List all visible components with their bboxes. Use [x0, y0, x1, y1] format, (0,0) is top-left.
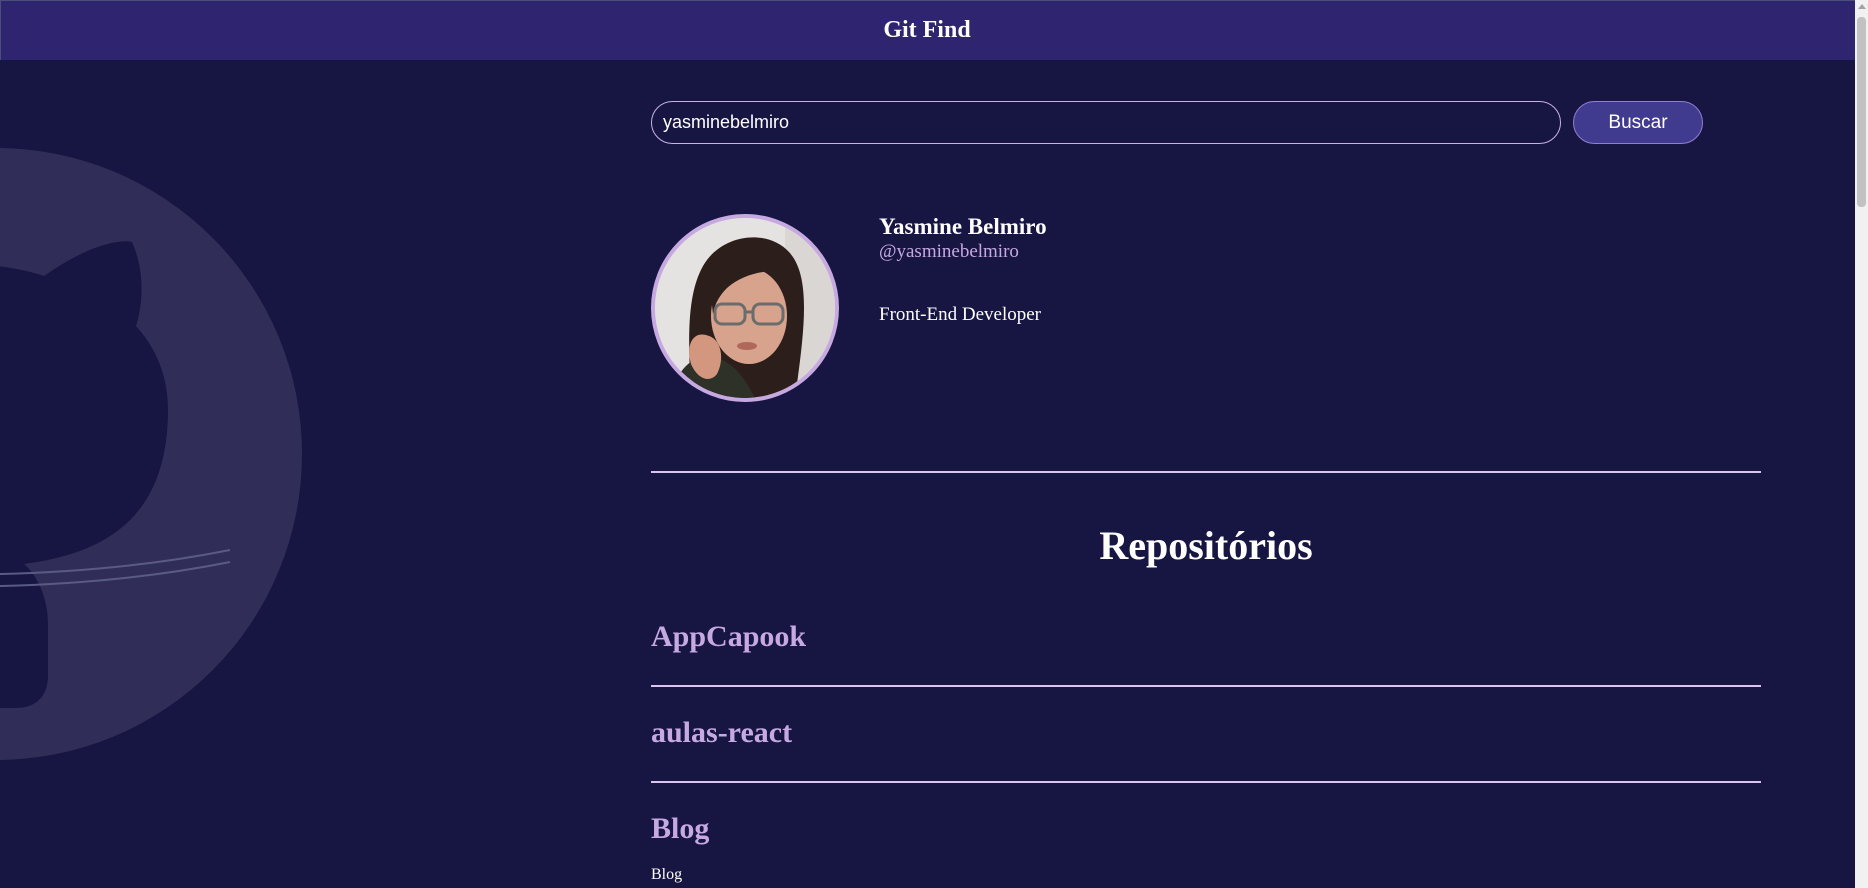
profile-divider	[651, 471, 1761, 473]
github-octocat-icon	[0, 148, 302, 760]
repositories-title: Repositórios	[1099, 523, 1313, 568]
repo-divider	[651, 685, 1761, 687]
avatar	[651, 214, 839, 402]
app-title: Git Find	[883, 17, 971, 43]
search-button[interactable]: Buscar	[1573, 101, 1703, 144]
user-photo	[655, 218, 835, 398]
app-header: Git Find	[0, 0, 1855, 60]
app-page: Git Find Buscar Yasmine Belmiro @yasmine…	[0, 0, 1868, 888]
repo-name-blog[interactable]: Blog	[651, 812, 709, 846]
repo-divider	[651, 781, 1761, 783]
profile-login: @yasminebelmiro	[879, 241, 1019, 262]
profile-bio: Front-End Developer	[879, 304, 1041, 325]
search-input[interactable]	[651, 101, 1561, 144]
repo-name-appcapook[interactable]: AppCapook	[651, 620, 806, 654]
repo-description-blog: Blog	[651, 866, 683, 883]
repo-name-aulas-react[interactable]: aulas-react	[651, 716, 792, 750]
page-scrollbar[interactable]	[1855, 0, 1868, 888]
profile-name: Yasmine Belmiro	[879, 214, 1047, 239]
scroll-up-arrow-icon[interactable]	[1858, 4, 1866, 9]
scrollbar-thumb[interactable]	[1857, 17, 1866, 207]
